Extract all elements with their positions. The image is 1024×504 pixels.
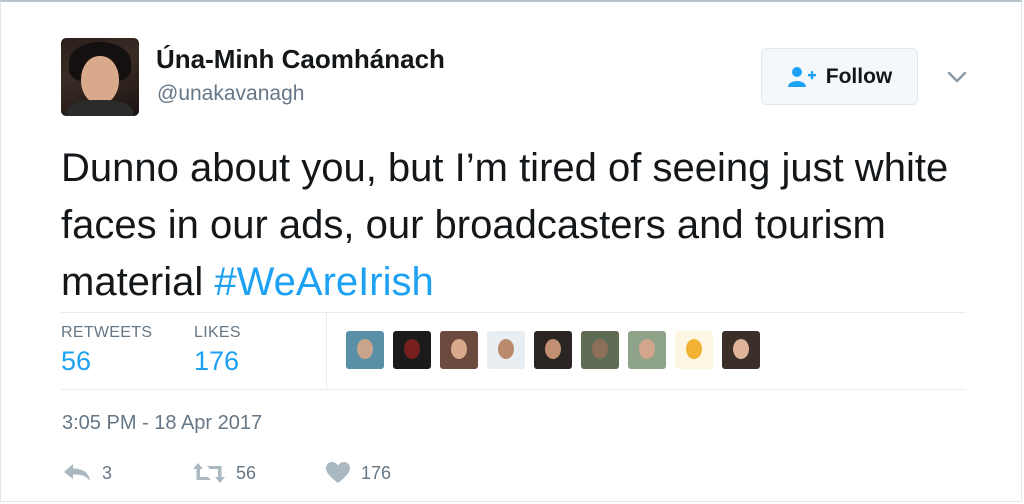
liker-avatar[interactable] [581, 331, 619, 369]
liker-avatar[interactable] [487, 331, 525, 369]
retweet-count: 56 [236, 462, 257, 483]
liker-avatar-face [592, 339, 608, 359]
liker-avatar[interactable] [722, 331, 760, 369]
tweet-timestamp[interactable]: 3:05 PM - 18 Apr 2017 [62, 412, 262, 435]
follow-button-label: Follow [825, 64, 893, 88]
reply-button[interactable]: 3 [62, 461, 112, 485]
heart-icon [326, 462, 350, 483]
hashtag-link[interactable]: #WeAreIrish [214, 260, 433, 304]
reply-icon [64, 464, 90, 481]
liker-avatar[interactable] [440, 331, 478, 369]
liker-avatars [346, 331, 760, 369]
avatar-shoulder [67, 100, 133, 116]
chevron-down-icon[interactable] [944, 64, 970, 90]
add-user-icon [787, 66, 816, 87]
display-name[interactable]: Úna-Minh Caomhánach [156, 44, 445, 75]
liker-avatar-face [639, 339, 655, 359]
likes-label[interactable]: LIKES [194, 324, 241, 342]
tweet-text: Dunno about you, but I’m tired of seeing… [61, 140, 991, 311]
liker-avatar[interactable] [628, 331, 666, 369]
liker-avatar-face [451, 339, 467, 359]
stats-divider [326, 313, 327, 389]
engagement-stats: RETWEETS 56 LIKES 176 [61, 312, 966, 390]
liker-avatar-face [404, 339, 420, 359]
tweet-body: Dunno about you, but I’m tired of seeing… [61, 146, 949, 304]
retweet-button[interactable]: 56 [192, 461, 256, 485]
liker-avatar[interactable] [675, 331, 713, 369]
liker-avatar[interactable] [534, 331, 572, 369]
retweets-count[interactable]: 56 [61, 346, 91, 377]
liker-avatar-face [498, 339, 514, 359]
likes-count[interactable]: 176 [194, 346, 239, 377]
like-count: 176 [361, 462, 392, 483]
avatar[interactable] [61, 38, 139, 116]
retweets-label[interactable]: RETWEETS [61, 324, 152, 342]
liker-avatar-face [357, 339, 373, 359]
reply-count: 3 [102, 462, 113, 483]
liker-avatar-face [733, 339, 749, 359]
liker-avatar-face [686, 339, 702, 359]
user-handle[interactable]: @unakavanagh [157, 82, 304, 106]
liker-avatar-face [545, 339, 561, 359]
liker-avatar[interactable] [393, 331, 431, 369]
follow-button[interactable]: Follow [761, 48, 918, 105]
like-button[interactable]: 176 [325, 461, 391, 485]
retweet-icon [193, 463, 225, 483]
liker-avatar[interactable] [346, 331, 384, 369]
avatar-face [81, 56, 119, 104]
